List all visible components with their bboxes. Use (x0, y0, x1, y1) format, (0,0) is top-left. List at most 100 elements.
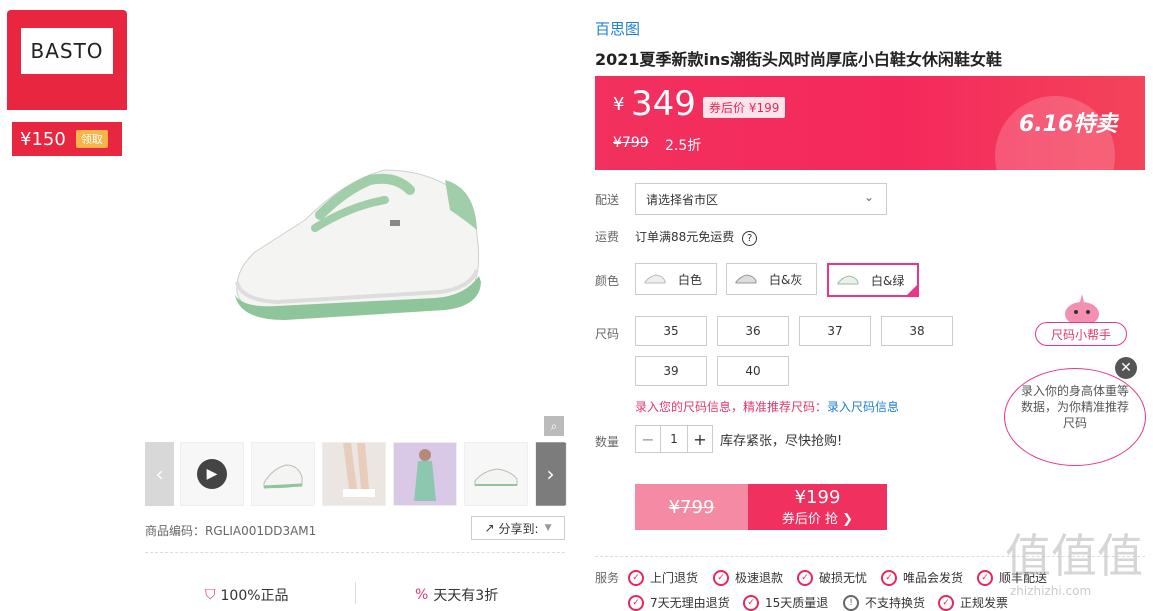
quantity-input[interactable]: 1 (660, 426, 688, 452)
thumb-next-button[interactable]: › (536, 442, 565, 506)
thumbnail-shoe-pair[interactable] (464, 442, 528, 506)
coupon-claim-button[interactable]: 领取 (75, 130, 108, 148)
thumbnail-model[interactable] (393, 442, 457, 506)
share-button[interactable]: ↗ 分享到: ▼ (471, 516, 565, 540)
color-option-white-green[interactable]: 白&绿 (827, 263, 919, 297)
coupon-price-tag: 券后价 ¥199 (703, 97, 786, 118)
size-option[interactable]: 37 (799, 316, 871, 346)
service-item: ✓ 唯品会发货 (881, 569, 963, 586)
service-item: ✓ 7天无理由退货 (628, 594, 730, 611)
service-text: 唯品会发货 (903, 571, 964, 585)
size-helper-button[interactable]: 尺码小帮手 (1035, 322, 1127, 346)
product-title: 2021夏季新款ins潮街头风时尚厚底小白鞋女休闲鞋女鞋 (595, 50, 1002, 69)
selected-check-icon (906, 284, 918, 296)
color-option-white-grey[interactable]: 白&灰 (726, 263, 817, 295)
watermark-site: zhizhizhi.com (1010, 584, 1092, 598)
service-text: 不支持换货 (865, 596, 926, 610)
thumbnail-legs[interactable] (322, 442, 386, 506)
buy-button[interactable]: ¥799 ¥199 券后价 抢 ❯ (635, 484, 887, 530)
region-select[interactable]: 请选择省市区 ⌄ (635, 183, 887, 215)
service-text: 破损无忧 (819, 571, 868, 585)
region-select-placeholder: 请选择省市区 (646, 192, 719, 207)
service-item: ✓ 上门退货 (628, 569, 698, 586)
check-circle-icon: ✓ (743, 594, 759, 611)
shoe-swatch (837, 275, 859, 285)
color-option-label: 白色 (678, 272, 703, 287)
size-option[interactable]: 39 (635, 356, 707, 386)
price-banner: ¥ 349 券后价 ¥199 ¥799 2.5折 6.16特卖 (595, 76, 1145, 170)
coupon-bottom: ¥150 领取 (12, 122, 122, 156)
current-price: 349 (631, 84, 696, 124)
increment-button[interactable]: + (688, 430, 712, 449)
service-item: ✓ 破损无忧 (797, 569, 867, 586)
buy-original-price: ¥799 (635, 484, 748, 530)
thumbnail-strip: ‹ ▶ › (145, 442, 567, 508)
color-option-label: 白&灰 (769, 272, 803, 287)
check-circle-icon: ✓ (977, 569, 993, 586)
currency-symbol: ¥ (613, 94, 625, 115)
size-option[interactable]: 36 (717, 316, 789, 346)
sku-code: 商品编码：RGLIA001DD3AM1 (145, 524, 317, 538)
video-thumbnail[interactable]: ▶ (180, 442, 244, 506)
size-helper-text: 录入你的身高体重等数据，为你精准推荐尺码 (1020, 384, 1129, 430)
service-item: ✓ 15天质量退 (743, 594, 828, 611)
check-circle-icon: ✓ (797, 569, 813, 586)
share-label: 分享到: (498, 521, 539, 536)
mascot-icon[interactable] (1062, 290, 1102, 326)
check-circle-icon: ✓ (628, 594, 644, 611)
close-icon[interactable]: ✕ (1115, 357, 1137, 379)
guarantee-label: 天天有3折 (433, 588, 499, 604)
color-option-label: 白&绿 (871, 273, 905, 288)
shield-check-icon: ⛉ (205, 587, 216, 603)
thumb-prev-button[interactable]: ‹ (145, 442, 174, 506)
chevron-down-icon: ▼ (544, 523, 552, 533)
thumbnail-shoe-side[interactable] (251, 442, 315, 506)
service-item: ! 不支持换货 (843, 594, 925, 611)
quantity-label: 数量 (595, 435, 620, 449)
stock-message: 库存紧张，尽快抢购! (720, 434, 843, 449)
coupon-price: ¥150 (20, 128, 66, 150)
service-text: 15天质量退 (765, 596, 829, 610)
guarantee-label: 100%正品 (220, 588, 289, 604)
color-option-white[interactable]: 白色 (635, 263, 717, 295)
buy-action-label: 券后价 抢 ❯ (781, 512, 854, 527)
check-circle-icon: ✓ (881, 569, 897, 586)
freight-label: 运费 (595, 230, 620, 244)
coupon-divider (15, 117, 119, 118)
brand-coupon[interactable]: BASTO ¥150 领取 (7, 10, 127, 156)
brand-logo: BASTO (21, 28, 113, 74)
percent-icon: % (415, 587, 429, 603)
guarantee-discount: % 天天有3折 (415, 585, 498, 605)
service-item: ✓ 正规发票 (938, 594, 1008, 611)
help-icon[interactable]: ? (742, 231, 758, 246)
service-label: 服务 (595, 571, 620, 585)
brand-link[interactable]: 百思图 (595, 18, 640, 39)
size-recommendation: 录入您的尺码信息，精准推荐尺码：录入尺码信息 (635, 398, 899, 415)
buy-price: ¥199 (794, 487, 841, 508)
promo-badge: 6.16特卖 (1019, 112, 1118, 137)
sneaker-image (235, 169, 481, 320)
zoom-icon[interactable]: ⌕ (544, 416, 564, 436)
size-option[interactable]: 38 (881, 316, 953, 346)
freight-info: 订单满88元免运费 ? (635, 228, 758, 246)
divider (355, 582, 356, 604)
service-text: 7天无理由退货 (650, 596, 730, 610)
quantity-stepper: − 1 + (635, 425, 713, 453)
decrement-button[interactable]: − (636, 430, 660, 449)
check-circle-icon: ✓ (713, 569, 729, 586)
original-price: ¥799 (613, 135, 649, 151)
service-item: ✓ 极速退款 (713, 569, 783, 586)
main-product-image[interactable] (145, 20, 565, 440)
share-icon: ↗ (484, 521, 495, 535)
shoe-swatch (735, 274, 757, 284)
size-rec-text: 录入您的尺码信息，精准推荐尺码： (635, 400, 828, 414)
service-text: 正规发票 (960, 596, 1009, 610)
buy-coupon-price[interactable]: ¥199 券后价 抢 ❯ (748, 484, 887, 530)
size-option[interactable]: 40 (717, 356, 789, 386)
divider (145, 552, 565, 553)
service-text: 极速退款 (735, 571, 784, 585)
watermark: 值值值 (1005, 529, 1143, 583)
size-option[interactable]: 35 (635, 316, 707, 346)
check-circle-icon: ✓ (628, 569, 644, 586)
size-rec-link[interactable]: 录入尺码信息 (827, 400, 899, 414)
